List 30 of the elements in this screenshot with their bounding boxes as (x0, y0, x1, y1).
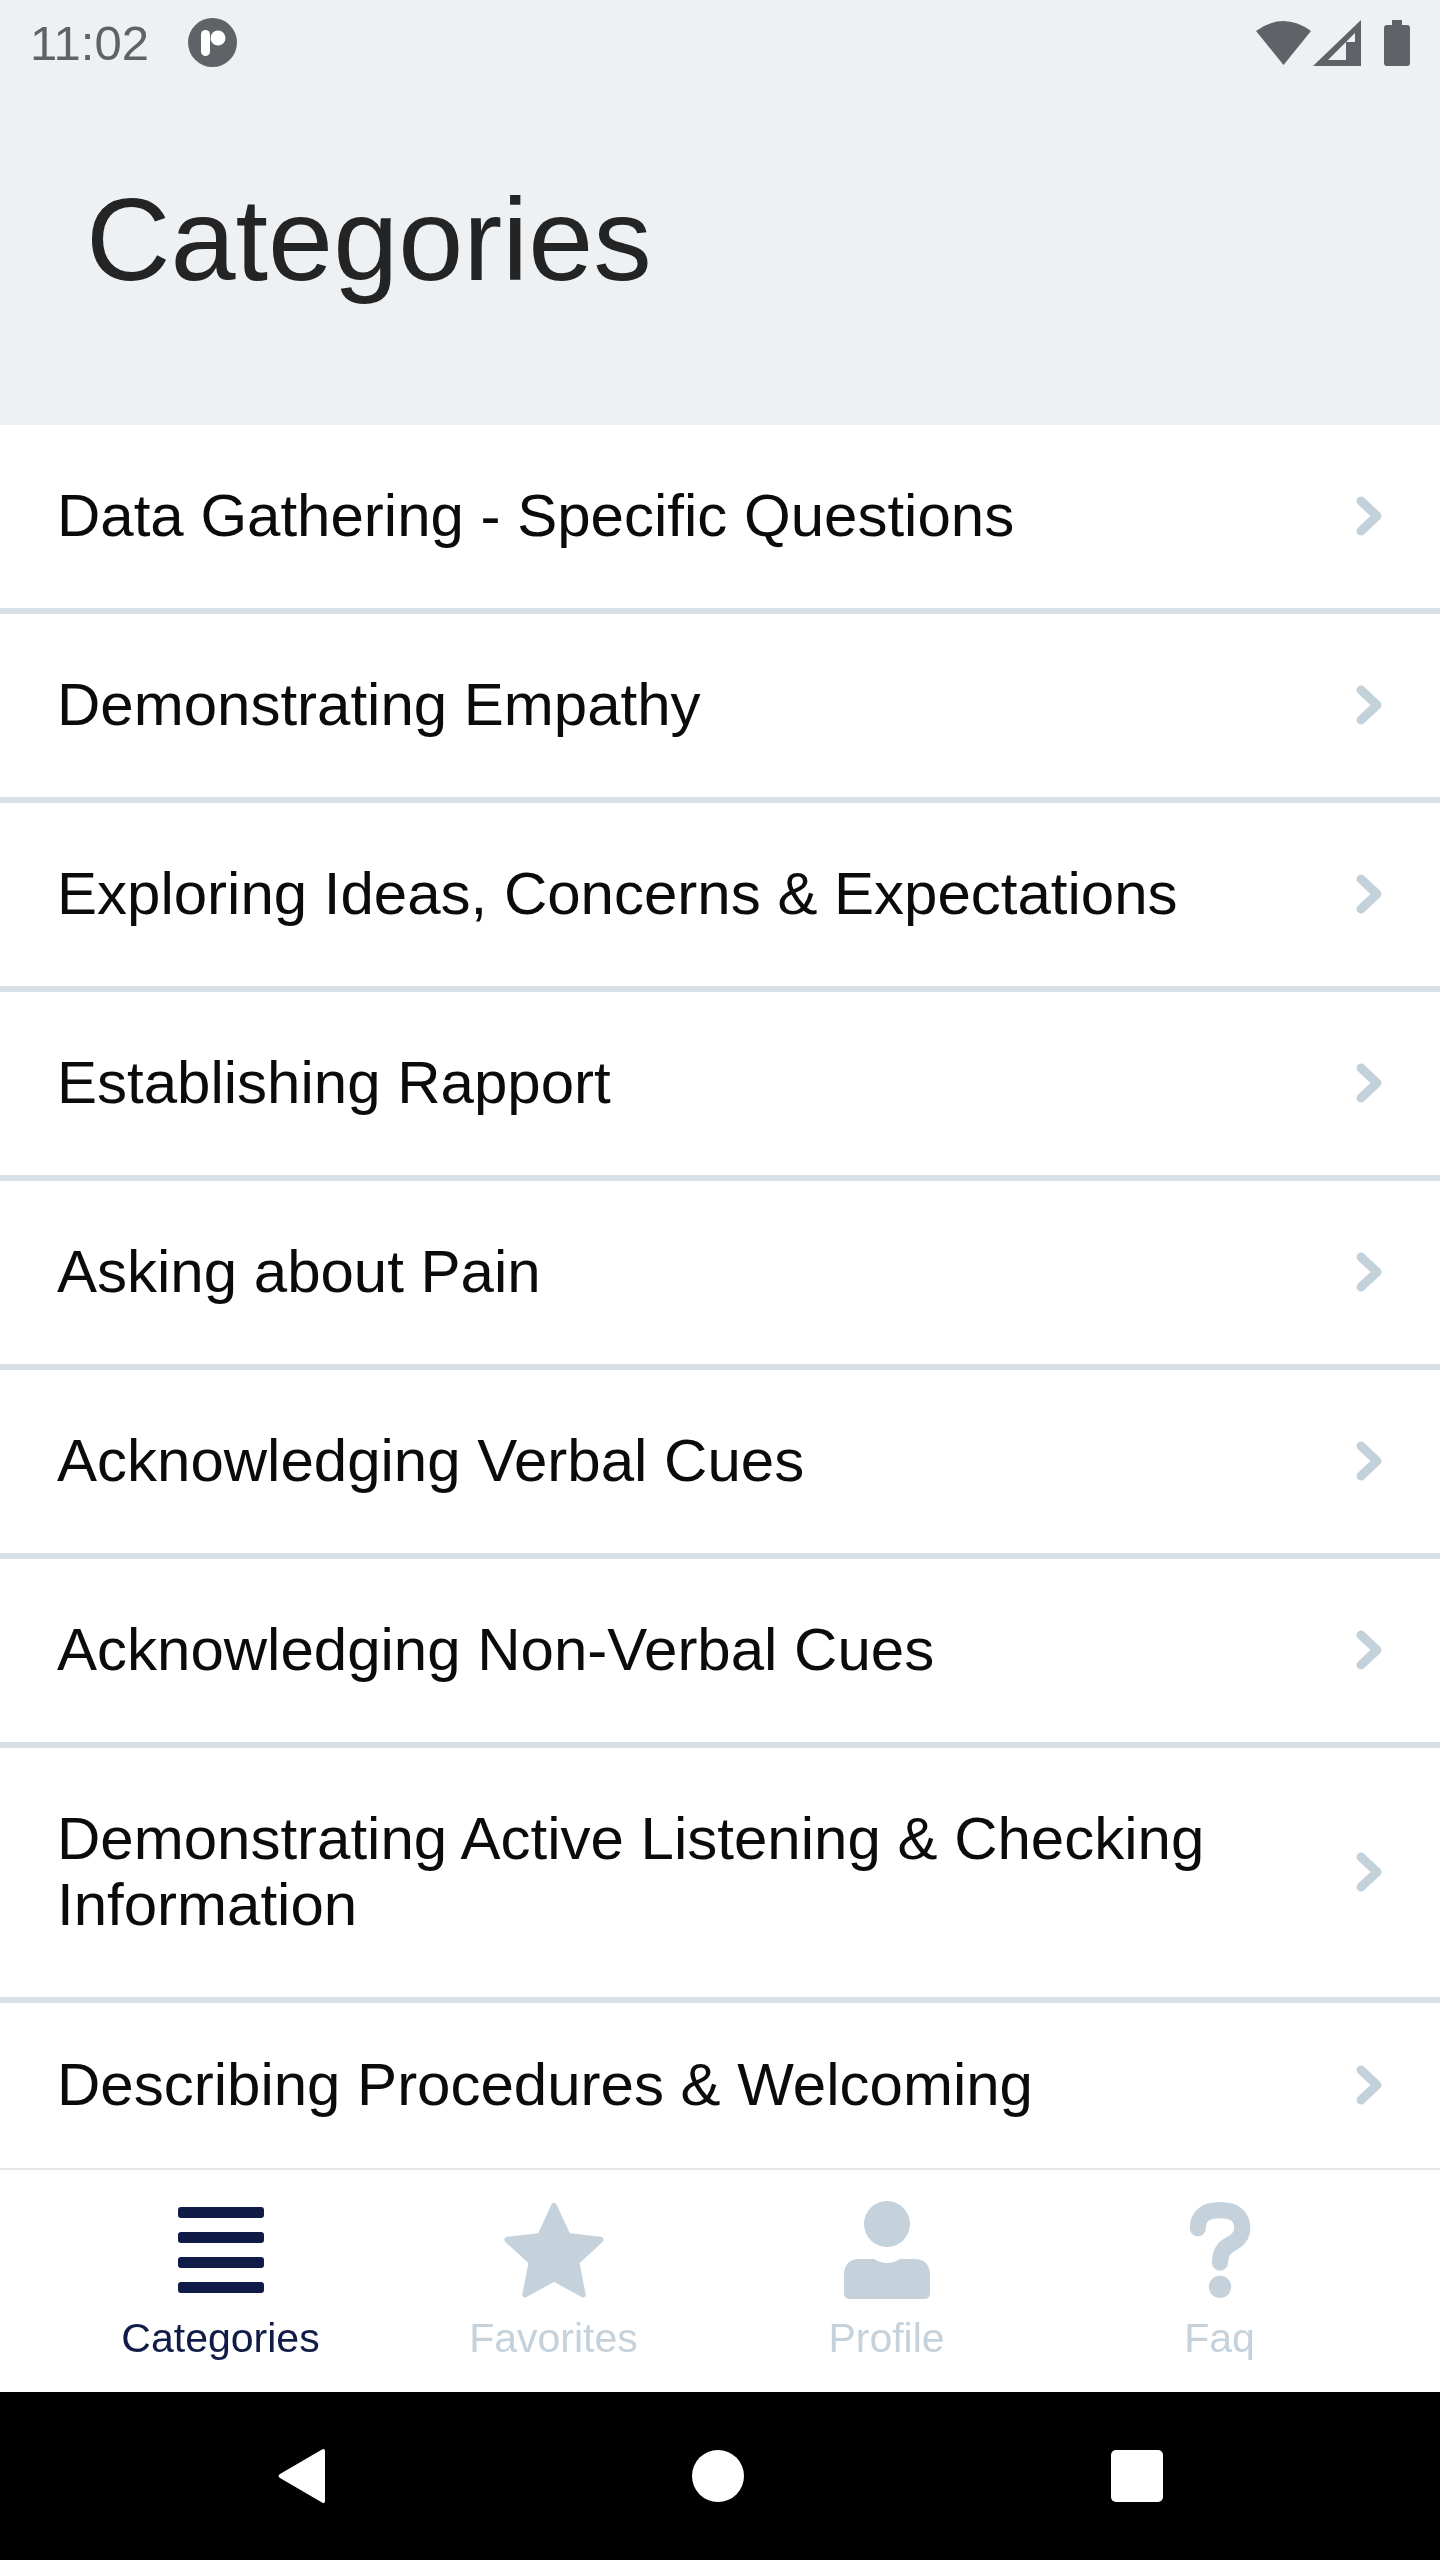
chevron-right-icon (1356, 874, 1382, 914)
nav-tab[interactable]: Categories (54, 2170, 387, 2392)
wifi-icon (1256, 20, 1311, 65)
chevron-right-icon (1356, 1063, 1382, 1103)
chevron-right-icon (1356, 1852, 1382, 1892)
menu-icon (177, 2207, 264, 2293)
battery-icon (1384, 19, 1410, 66)
chevron-right-icon (1356, 496, 1382, 536)
chevron-right-icon (1356, 1252, 1382, 1292)
back-icon[interactable] (277, 2448, 325, 2504)
star-icon (503, 2202, 604, 2298)
signal-icon (1313, 19, 1361, 66)
category-item[interactable]: Establishing Rapport (0, 992, 1440, 1181)
category-item[interactable]: Demonstrating Active Listening & Checking Information (0, 1748, 1440, 2003)
category-item[interactable]: Acknowledging Verbal Cues (0, 1370, 1440, 1559)
chevron-right-icon (1356, 1630, 1382, 1670)
page-title: Categories (86, 173, 652, 307)
status-time: 11:02 (30, 14, 149, 71)
category-item[interactable]: Describing Procedures & Welcoming (0, 2003, 1440, 2168)
home-icon[interactable] (692, 2450, 744, 2502)
category-item[interactable]: Acknowledging Non-Verbal Cues (0, 1559, 1440, 1748)
category-item[interactable]: Exploring Ideas, Concerns & Expectations (0, 803, 1440, 992)
person-icon (843, 2201, 930, 2299)
category-item[interactable]: Demonstrating Empathy (0, 614, 1440, 803)
chevron-right-icon (1356, 685, 1382, 725)
app-logo-icon (188, 18, 237, 67)
category-item[interactable]: Asking about Pain (0, 1181, 1440, 1370)
chevron-right-icon (1356, 1441, 1382, 1481)
question-mark-icon (1187, 2201, 1252, 2299)
category-item[interactable]: Data Gathering - Specific Questions (0, 425, 1440, 614)
